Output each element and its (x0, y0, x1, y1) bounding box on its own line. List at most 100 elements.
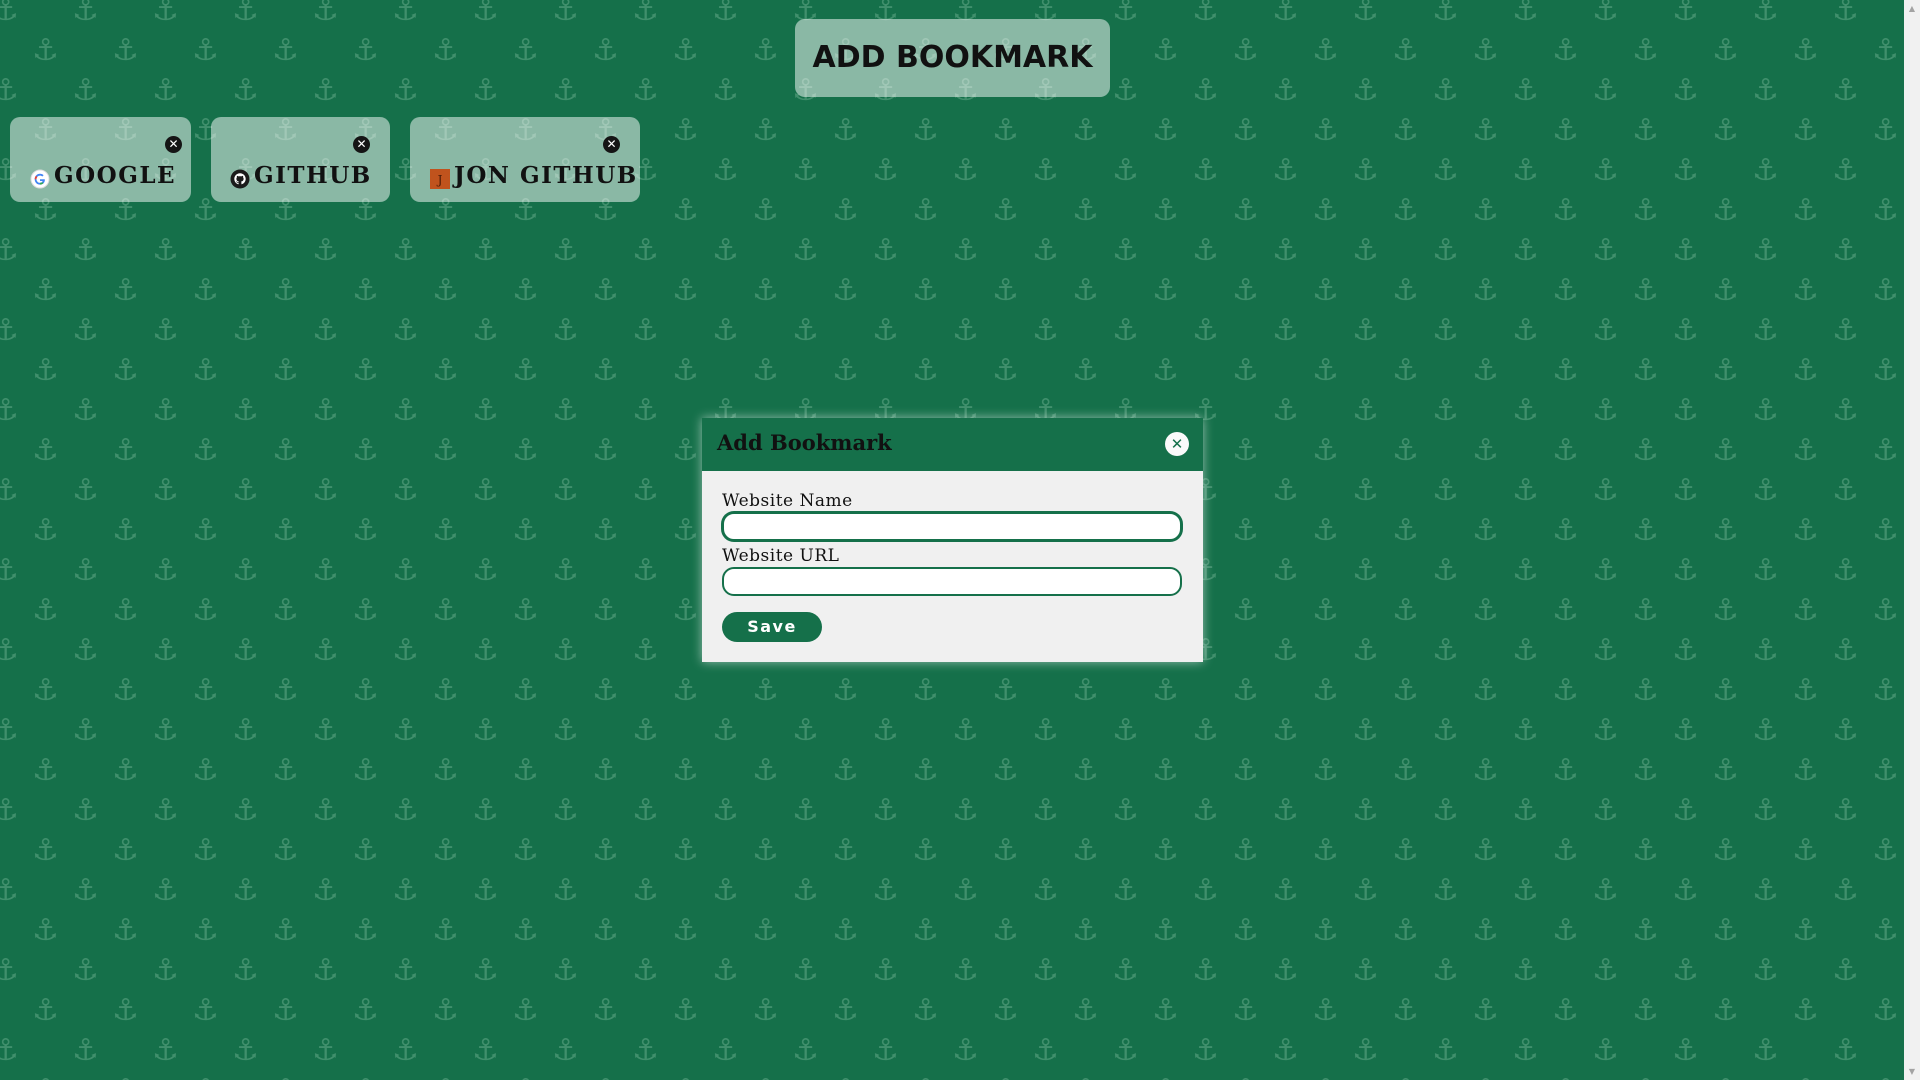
anchor-icon: ⚓ (1632, 993, 1659, 1028)
anchor-icon: ⚓ (1512, 0, 1539, 28)
anchor-icon: ⚓ (1072, 993, 1099, 1028)
anchor-icon: ⚓ (872, 713, 899, 748)
anchor-icon: ⚓ (1192, 793, 1219, 828)
anchor-icon: ⚓ (1432, 233, 1459, 268)
bookmark-item-github[interactable]: ✕ GITHUB (211, 117, 390, 202)
anchor-icon: ⚓ (1752, 553, 1779, 588)
anchor-icon: ⚓ (1552, 1076, 1579, 1080)
anchor-icon: ⚓ (1152, 913, 1179, 948)
bookmark-item-google[interactable]: ✕ GOOGLE (10, 117, 191, 202)
scroll-down-arrow-icon[interactable]: ▼ (1904, 1063, 1920, 1080)
anchor-icon: ⚓ (1872, 433, 1899, 468)
anchor-icon: ⚓ (32, 513, 59, 548)
close-circle-icon[interactable]: ✕ (603, 136, 620, 153)
anchor-icon: ⚓ (592, 33, 619, 68)
anchor-icon: ⚓ (192, 273, 219, 308)
anchor-icon: ⚓ (1672, 153, 1699, 188)
save-button[interactable]: Save (722, 612, 822, 642)
anchor-icon: ⚓ (1112, 313, 1139, 348)
anchor-icon: ⚓ (1632, 513, 1659, 548)
close-circle-icon[interactable]: ✕ (165, 136, 182, 153)
anchor-icon: ⚓ (112, 753, 139, 788)
website-name-input[interactable] (722, 512, 1182, 541)
anchor-icon: ⚓ (592, 1076, 619, 1080)
anchor-icon: ⚓ (1632, 113, 1659, 148)
anchor-icon: ⚓ (1512, 953, 1539, 988)
anchor-icon: ⚓ (152, 0, 179, 28)
anchor-icon: ⚓ (1592, 873, 1619, 908)
anchor-icon: ⚓ (1312, 273, 1339, 308)
anchor-icon: ⚓ (1792, 433, 1819, 468)
anchor-icon: ⚓ (1232, 1076, 1259, 1080)
anchor-icon: ⚓ (1112, 0, 1139, 28)
anchor-icon: ⚓ (632, 313, 659, 348)
close-circle-icon[interactable]: ✕ (1165, 432, 1189, 456)
anchor-icon: ⚓ (632, 73, 659, 108)
anchor-icon: ⚓ (112, 513, 139, 548)
anchor-icon: ⚓ (192, 833, 219, 868)
anchor-icon: ⚓ (1552, 273, 1579, 308)
anchor-icon: ⚓ (832, 353, 859, 388)
anchor-icon: ⚓ (872, 873, 899, 908)
anchor-icon: ⚓ (232, 0, 259, 28)
bookmark-link[interactable]: GITHUB (230, 161, 372, 191)
anchor-icon: ⚓ (1192, 153, 1219, 188)
anchor-icon: ⚓ (1032, 713, 1059, 748)
anchor-icon: ⚓ (1832, 793, 1859, 828)
anchor-icon: ⚓ (632, 713, 659, 748)
anchor-icon: ⚓ (672, 273, 699, 308)
anchor-icon: ⚓ (1392, 433, 1419, 468)
scroll-up-arrow-icon[interactable]: ▲ (1904, 0, 1920, 17)
anchor-icon: ⚓ (552, 873, 579, 908)
bookmark-label: GITHUB (254, 162, 372, 189)
anchor-icon: ⚓ (1512, 473, 1539, 508)
anchor-icon: ⚓ (312, 0, 339, 28)
bookmark-item-jon-github[interactable]: ✕ J JON GITHUB (410, 117, 640, 202)
anchor-icon: ⚓ (1552, 113, 1579, 148)
anchor-icon: ⚓ (1072, 273, 1099, 308)
anchor-icon: ⚓ (1712, 33, 1739, 68)
add-bookmark-button[interactable]: ADD BOOKMARK (795, 19, 1110, 97)
anchor-icon: ⚓ (152, 73, 179, 108)
bookmark-link[interactable]: GOOGLE (30, 161, 176, 191)
anchor-icon: ⚓ (952, 793, 979, 828)
anchor-icon: ⚓ (1472, 993, 1499, 1028)
anchor-icon: ⚓ (992, 273, 1019, 308)
website-url-input[interactable] (722, 567, 1182, 596)
anchor-icon: ⚓ (152, 393, 179, 428)
anchor-icon: ⚓ (1032, 793, 1059, 828)
modal-header: Add Bookmark ✕ (702, 418, 1203, 471)
anchor-icon: ⚓ (1272, 473, 1299, 508)
anchor-icon: ⚓ (1472, 33, 1499, 68)
anchor-icon: ⚓ (1432, 793, 1459, 828)
anchor-icon: ⚓ (192, 593, 219, 628)
anchor-icon: ⚓ (1512, 1033, 1539, 1068)
anchor-icon: ⚓ (752, 913, 779, 948)
vertical-scrollbar[interactable]: ▲ ▼ (1904, 0, 1920, 1080)
anchor-icon: ⚓ (1072, 353, 1099, 388)
anchor-icon: ⚓ (1512, 713, 1539, 748)
anchor-icon: ⚓ (1232, 753, 1259, 788)
anchor-icon: ⚓ (1032, 233, 1059, 268)
anchor-icon: ⚓ (1232, 593, 1259, 628)
anchor-icon: ⚓ (1712, 193, 1739, 228)
anchor-icon: ⚓ (952, 1033, 979, 1068)
anchor-icon: ⚓ (1832, 953, 1859, 988)
anchor-icon: ⚓ (1512, 633, 1539, 668)
anchor-icon: ⚓ (312, 73, 339, 108)
anchor-icon: ⚓ (1392, 353, 1419, 388)
close-circle-icon[interactable]: ✕ (353, 136, 370, 153)
anchor-icon: ⚓ (1512, 153, 1539, 188)
anchor-icon: ⚓ (352, 273, 379, 308)
anchor-icon: ⚓ (1672, 953, 1699, 988)
bookmark-link[interactable]: J JON GITHUB (430, 161, 638, 191)
anchor-icon: ⚓ (1152, 113, 1179, 148)
anchor-icon: ⚓ (152, 473, 179, 508)
anchor-icon: ⚓ (1752, 73, 1779, 108)
anchor-icon: ⚓ (352, 753, 379, 788)
anchor-icon: ⚓ (1352, 633, 1379, 668)
anchor-icon: ⚓ (1792, 353, 1819, 388)
anchor-icon: ⚓ (112, 913, 139, 948)
anchor-icon: ⚓ (792, 1033, 819, 1068)
anchor-icon: ⚓ (1872, 113, 1899, 148)
